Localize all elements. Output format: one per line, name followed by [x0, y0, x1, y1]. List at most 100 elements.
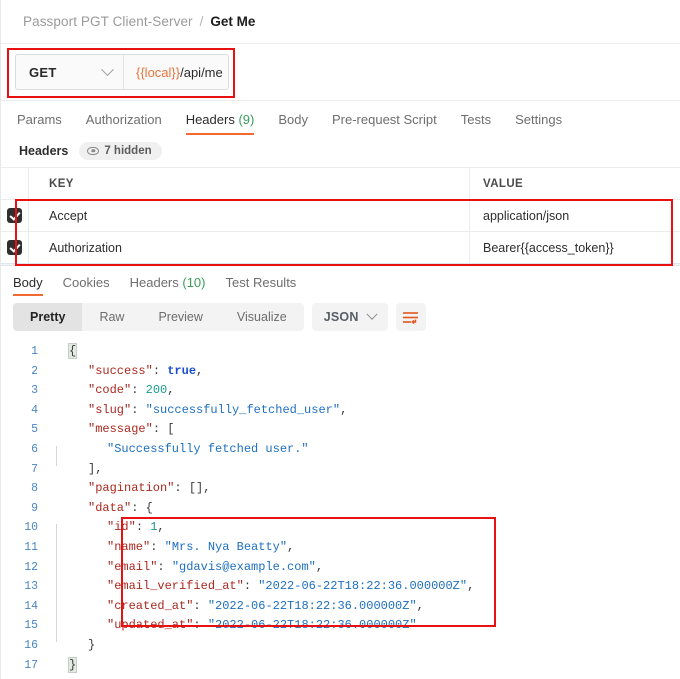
- checkbox-checked-icon[interactable]: [7, 208, 22, 223]
- tab-headers-count: (9): [238, 112, 255, 127]
- header-row-checkbox-cell[interactable]: [1, 200, 29, 231]
- response-tab-body[interactable]: Body: [13, 275, 43, 296]
- response-format-selector[interactable]: JSON: [311, 303, 388, 331]
- header-value-cell[interactable]: Bearer {{access_token}}: [470, 232, 680, 263]
- code-token: "Mrs. Nya Beatty": [164, 539, 288, 554]
- tab-authorization[interactable]: Authorization: [86, 112, 162, 135]
- header-value-prefix: Bearer: [483, 240, 521, 255]
- code-line: 10 "id": 1,: [1, 518, 680, 545]
- line-number: 1: [31, 345, 38, 358]
- response-tab-test-results-label: Test Results: [225, 275, 297, 290]
- line-number: 17: [24, 658, 38, 672]
- http-method-selector[interactable]: GET: [16, 55, 124, 89]
- response-tab-headers[interactable]: Headers (10): [130, 275, 206, 296]
- code-text: "email": "gdavis@example.com",: [69, 558, 323, 578]
- line-number: 9: [31, 501, 38, 515]
- view-mode-preview[interactable]: Preview: [141, 303, 219, 331]
- code-text: "created_at": "2022-06-22T18:22:36.00000…: [69, 597, 424, 617]
- code-token: :: [152, 422, 168, 437]
- code-line: 7],: [1, 460, 680, 480]
- code-token: :: [174, 481, 189, 496]
- code-line: 13 "email_verified_at": "2022-06-22T18:22…: [1, 577, 680, 603]
- code-line: 12 "email": "gdavis@example.com",: [1, 558, 680, 584]
- code-line: 6 "Successfully fetched user.": [1, 440, 680, 466]
- tab-settings[interactable]: Settings: [515, 112, 562, 135]
- code-token: "pagination": [88, 481, 175, 496]
- code-token: "message": [88, 422, 153, 437]
- checkbox-checked-icon[interactable]: [7, 240, 22, 255]
- headers-section-title: Headers: [19, 144, 69, 158]
- header-row-select-all-cell: [1, 168, 29, 199]
- tab-tests[interactable]: Tests: [461, 112, 491, 135]
- line-number: 3: [31, 384, 38, 398]
- response-tab-headers-label: Headers: [129, 275, 179, 290]
- header-key-text: Authorization: [49, 240, 122, 255]
- code-text: }: [69, 636, 95, 656]
- word-wrap-icon: [403, 311, 419, 324]
- code-token: "success": [88, 363, 153, 378]
- headers-table: KEY VALUE Accept application/json Author…: [1, 167, 680, 263]
- code-token: :: [157, 559, 172, 574]
- code-line: 17}: [1, 656, 680, 676]
- code-token: ,: [416, 598, 424, 613]
- code-token: "email_verified_at": [107, 579, 244, 594]
- view-mode-visualize[interactable]: Visualize: [220, 303, 304, 331]
- tab-pre-request-script[interactable]: Pre-request Script: [332, 112, 437, 135]
- header-key-cell[interactable]: Accept: [29, 200, 470, 231]
- header-value-cell[interactable]: application/json: [470, 200, 680, 231]
- header-key-cell[interactable]: Authorization: [29, 232, 470, 263]
- breadcrumb-collection[interactable]: Passport PGT Client-Server: [23, 14, 193, 29]
- code-token: :: [193, 598, 208, 613]
- code-token: ],: [88, 461, 103, 476]
- code-token: "2022-06-22T18:22:36.000000Z": [207, 598, 417, 613]
- code-token: "gdavis@example.com": [171, 559, 316, 574]
- tab-body[interactable]: Body: [278, 112, 308, 135]
- code-line: 8 "pagination": [],: [1, 479, 680, 499]
- response-tab-test-results[interactable]: Test Results: [226, 275, 297, 296]
- url-input[interactable]: {{local}}/api/me: [124, 55, 223, 89]
- hidden-headers-toggle[interactable]: 7 hidden: [79, 142, 162, 160]
- view-mode-raw[interactable]: Raw: [82, 303, 141, 331]
- header-key-text: Accept: [49, 208, 88, 223]
- word-wrap-button[interactable]: [395, 303, 426, 331]
- code-line: 5 "message": [: [1, 420, 680, 440]
- view-mode-pretty[interactable]: Pretty: [13, 303, 83, 331]
- tab-headers[interactable]: Headers (9): [185, 112, 255, 135]
- code-token: "2022-06-22T18:22:36.000000Z": [258, 579, 468, 594]
- headers-table-header-row: KEY VALUE: [1, 167, 680, 199]
- code-line: 14 "created_at": "2022-06-22T18:22:36.000…: [1, 597, 680, 623]
- view-mode-raw-label: Raw: [99, 310, 125, 324]
- column-header-key-label: KEY: [49, 177, 74, 190]
- code-text: "success": true,: [69, 362, 203, 382]
- code-text: "code": 200,: [69, 381, 174, 401]
- tab-params[interactable]: Params: [17, 112, 62, 135]
- code-token: ,: [467, 579, 475, 594]
- column-header-key: KEY: [29, 168, 470, 199]
- code-token: "successfully_fetched_user": [145, 402, 341, 417]
- code-token: :: [135, 520, 151, 535]
- tab-settings-label: Settings: [515, 112, 563, 127]
- code-token: ,: [167, 383, 175, 398]
- line-number: 2: [31, 364, 38, 378]
- request-tab-bar: Params Authorization Headers (9) Body Pr…: [1, 101, 680, 135]
- code-line: 4 "slug": "successfully_fetched_user",: [1, 401, 680, 421]
- code-line: 16}: [1, 636, 680, 656]
- code-token: ,: [287, 539, 295, 554]
- response-tab-cookies[interactable]: Cookies: [63, 275, 110, 296]
- postman-request-response-pane: Passport PGT Client-Server / Get Me GET …: [0, 0, 680, 679]
- code-token: true: [167, 363, 197, 378]
- table-row[interactable]: Authorization Bearer {{access_token}}: [1, 231, 680, 263]
- response-view-mode-group: Pretty Raw Preview Visualize: [13, 303, 304, 331]
- header-row-checkbox-cell[interactable]: [1, 232, 29, 263]
- view-mode-visualize-label: Visualize: [236, 310, 287, 324]
- line-number: 5: [31, 423, 38, 437]
- breadcrumb-request-name[interactable]: Get Me: [210, 14, 255, 29]
- code-text: {: [67, 342, 78, 362]
- code-token: ,: [157, 520, 165, 535]
- code-token: "code": [88, 383, 132, 398]
- code-token: [],: [188, 481, 211, 496]
- table-row[interactable]: Accept application/json: [1, 199, 680, 231]
- code-token: ,: [315, 559, 324, 574]
- response-body-code[interactable]: 1 {2 "success": true, 3 "code": 200, 4 "slug":…: [1, 338, 680, 675]
- code-token: {: [67, 343, 78, 359]
